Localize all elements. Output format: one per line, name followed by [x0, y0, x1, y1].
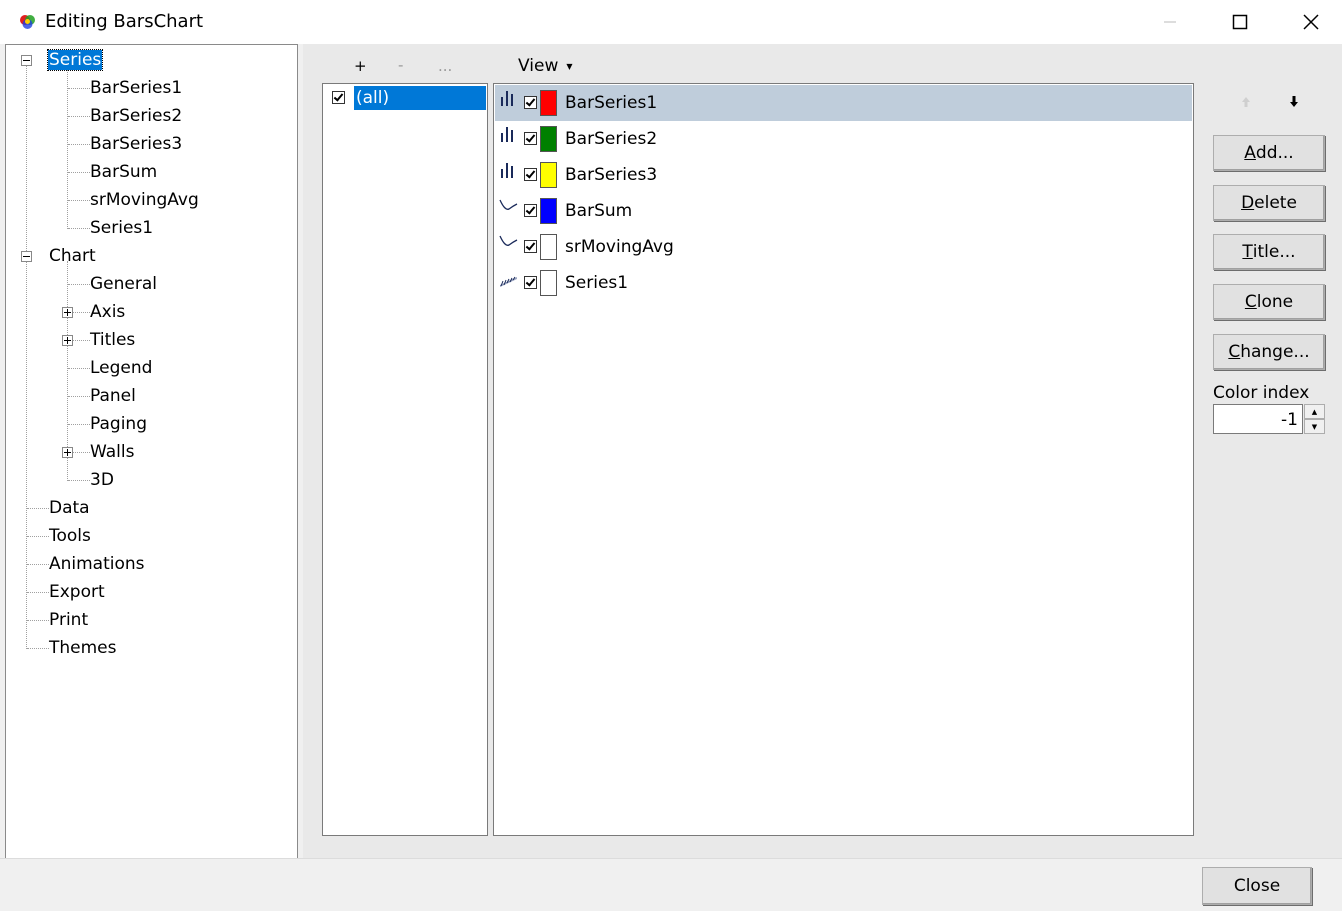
series-name: BarSeries2 [565, 129, 658, 149]
title-bar: Editing BarsChart [0, 0, 1342, 44]
group-all-item[interactable]: (all) [354, 86, 486, 110]
series-color-swatch[interactable] [540, 234, 557, 260]
series-visible-checkbox[interactable] [524, 96, 537, 109]
maximize-icon [1232, 14, 1248, 30]
color-index-value: -1 [1281, 410, 1298, 430]
change-series-button[interactable]: Change... [1213, 334, 1325, 370]
series-row[interactable]: BarSeries3 [495, 157, 1192, 193]
spin-down-icon: ▼ [1311, 422, 1318, 431]
tree-node-tools[interactable]: Tools [49, 526, 91, 546]
series-row[interactable]: Series1 [495, 265, 1192, 301]
series-name: BarSeries3 [565, 165, 658, 185]
tree-node-data[interactable]: Data [49, 498, 90, 518]
area-series-icon [500, 276, 517, 287]
bar-series-icon [501, 91, 513, 106]
bar-series-icon [501, 127, 513, 142]
series-color-swatch[interactable] [540, 126, 557, 152]
chart-collapse-toggle[interactable] [21, 251, 32, 262]
editor-tree[interactable]: Series BarSeries1 BarSeries2 BarSeries3 … [5, 44, 298, 860]
title-series-button[interactable]: Title... [1213, 234, 1325, 270]
series-collapse-toggle[interactable] [21, 55, 32, 66]
series-row[interactable]: BarSum [495, 193, 1192, 229]
tree-node-srmovingavg[interactable]: srMovingAvg [90, 190, 199, 210]
series-visible-checkbox[interactable] [524, 132, 537, 145]
groups-list[interactable]: (all) [322, 83, 488, 836]
delete-series-button[interactable]: Delete [1213, 185, 1325, 221]
dropdown-arrow-icon: ▼ [566, 61, 573, 71]
tree-node-legend[interactable]: Legend [90, 358, 152, 378]
arrow-up-icon [1242, 97, 1250, 107]
tree-node-themes[interactable]: Themes [49, 638, 117, 658]
color-index-increment[interactable]: ▲ [1304, 404, 1325, 419]
tree-node-series[interactable]: Series [46, 49, 104, 71]
tree-node-series1[interactable]: Series1 [90, 218, 153, 238]
arrow-down-icon [1290, 96, 1298, 107]
tree-node-barseries3[interactable]: BarSeries3 [90, 134, 182, 154]
tree-node-titles[interactable]: Titles [90, 330, 135, 350]
titles-expand-toggle[interactable] [62, 335, 73, 346]
minimize-button[interactable] [1147, 0, 1193, 44]
tree-node-export[interactable]: Export [49, 582, 105, 602]
series-color-swatch[interactable] [540, 162, 557, 188]
tree-node-panel[interactable]: Panel [90, 386, 136, 406]
series-color-swatch[interactable] [540, 90, 557, 116]
minimize-icon [1164, 21, 1176, 23]
window-title: Editing BarsChart [45, 11, 204, 32]
walls-expand-toggle[interactable] [62, 447, 73, 458]
group-all-label: (all) [356, 88, 390, 108]
tree-node-axis[interactable]: Axis [90, 302, 125, 322]
more-group-button[interactable]: ... [438, 57, 452, 75]
color-index-label: Color index [1213, 383, 1310, 403]
series-name: BarSum [565, 201, 633, 221]
group-all-checkbox[interactable] [332, 91, 345, 104]
bar-series-icon [501, 163, 513, 178]
series-list[interactable]: BarSeries1 BarSeries2 BarSeries3 BarSum [493, 83, 1194, 836]
close-icon [1303, 14, 1319, 30]
tree-node-3d[interactable]: 3D [90, 470, 114, 490]
axis-expand-toggle[interactable] [62, 307, 73, 318]
tree-node-print[interactable]: Print [49, 610, 88, 630]
dialog-footer [0, 858, 1342, 911]
remove-group-button[interactable]: - [398, 56, 403, 74]
series-color-swatch[interactable] [540, 198, 557, 224]
line-series-icon [499, 235, 518, 246]
series-visible-checkbox[interactable] [524, 276, 537, 289]
series-name: srMovingAvg [565, 237, 674, 257]
tree-node-paging[interactable]: Paging [90, 414, 147, 434]
series-name: BarSeries1 [565, 93, 658, 113]
add-group-button[interactable]: + [354, 57, 367, 75]
view-menu-label: View [518, 56, 559, 76]
color-index-decrement[interactable]: ▼ [1304, 419, 1325, 434]
app-icon [20, 15, 35, 29]
clone-series-button[interactable]: Clone [1213, 284, 1325, 320]
line-series-icon [499, 199, 518, 210]
tree-node-general[interactable]: General [90, 274, 157, 294]
series-visible-checkbox[interactable] [524, 240, 537, 253]
move-down-button[interactable] [1286, 94, 1302, 110]
maximize-button[interactable] [1217, 0, 1263, 44]
series-visible-checkbox[interactable] [524, 168, 537, 181]
series-visible-checkbox[interactable] [524, 204, 537, 217]
tree-node-barsum[interactable]: BarSum [90, 162, 157, 182]
color-index-field[interactable]: -1 [1213, 404, 1303, 434]
tree-node-chart[interactable]: Chart [49, 246, 96, 266]
tree-node-barseries2[interactable]: BarSeries2 [90, 106, 182, 126]
series-row[interactable]: srMovingAvg [495, 229, 1192, 265]
add-series-button[interactable]: Add... [1213, 135, 1325, 171]
series-row[interactable]: BarSeries1 [495, 85, 1192, 121]
view-menu-button[interactable]: View ▼ [518, 56, 573, 76]
move-up-button[interactable] [1238, 94, 1254, 110]
series-color-swatch[interactable] [540, 270, 557, 296]
tree-node-animations[interactable]: Animations [49, 554, 145, 574]
series-row[interactable]: BarSeries2 [495, 121, 1192, 157]
tree-node-walls[interactable]: Walls [90, 442, 134, 462]
spin-up-icon: ▲ [1311, 407, 1318, 416]
series-name: Series1 [565, 273, 629, 293]
close-window-button[interactable] [1288, 0, 1334, 44]
tree-node-barseries1[interactable]: BarSeries1 [90, 78, 182, 98]
close-button[interactable]: Close [1202, 867, 1312, 905]
